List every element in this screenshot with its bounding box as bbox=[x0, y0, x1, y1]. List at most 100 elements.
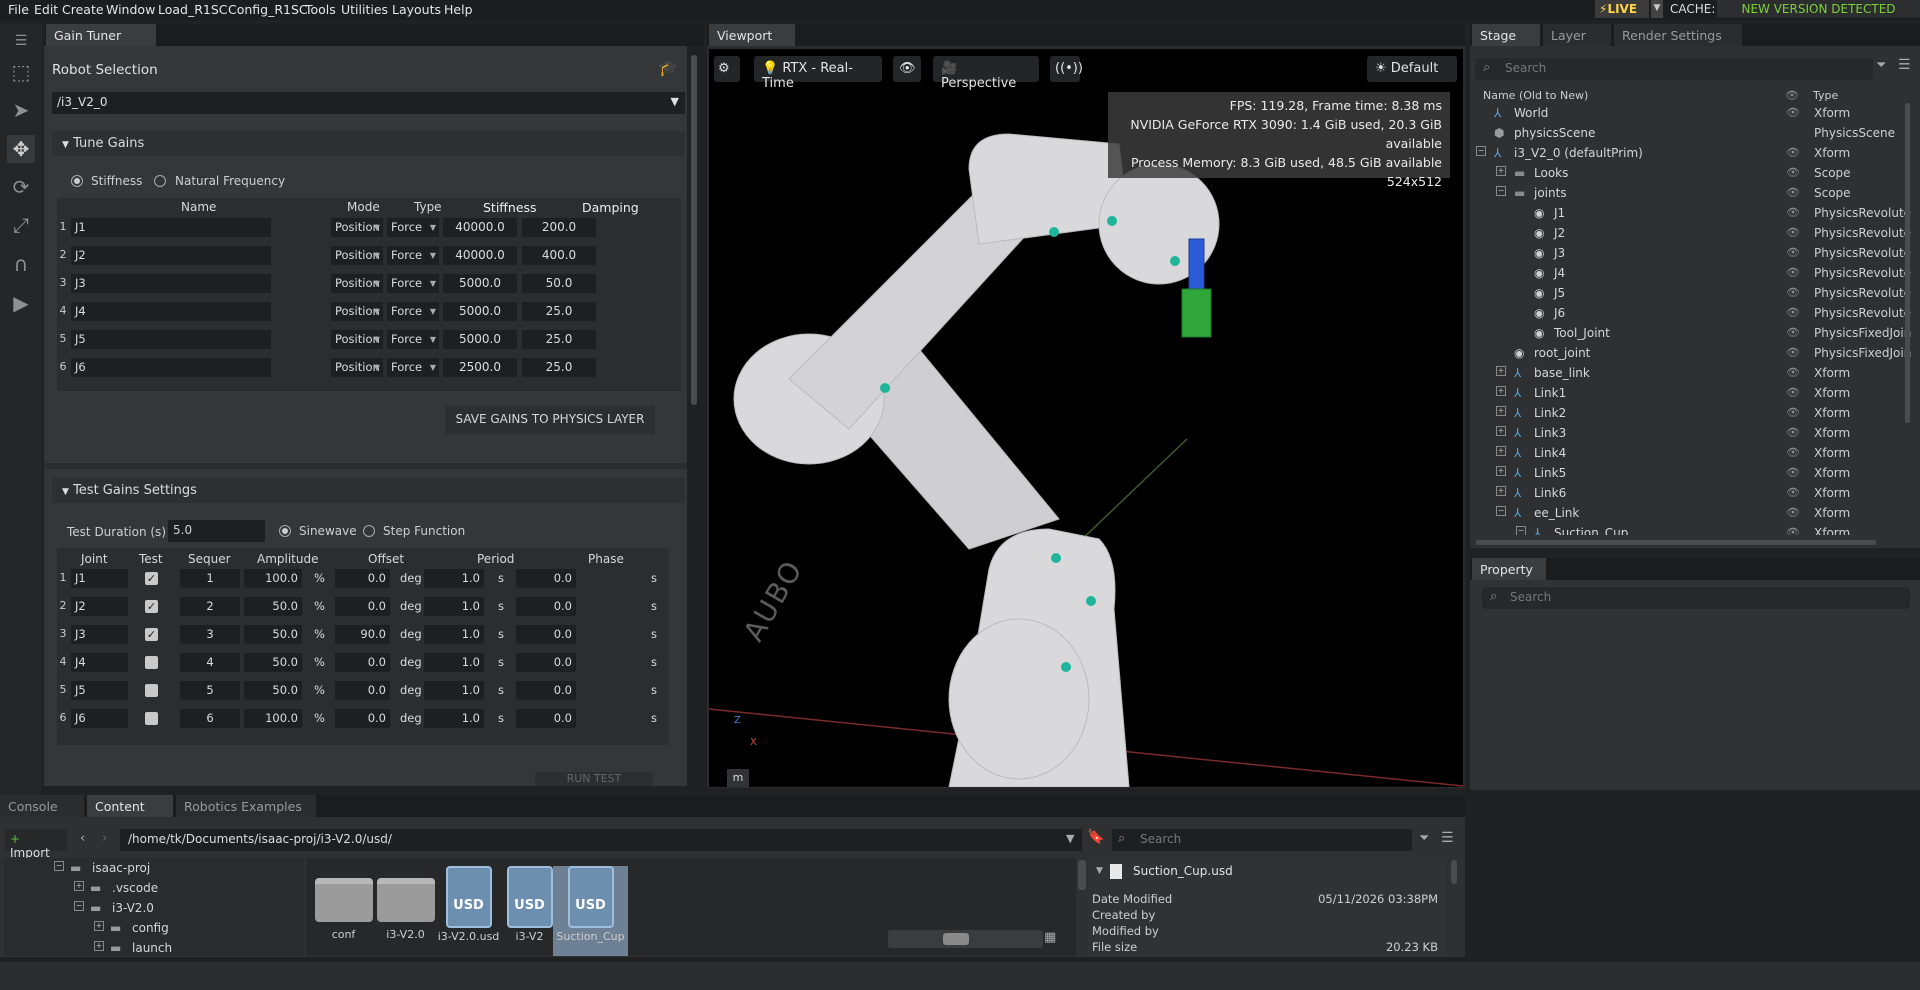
eye-icon[interactable]: 👁 bbox=[1786, 286, 1800, 299]
sequence-cell[interactable]: 6 bbox=[180, 709, 240, 728]
expand-toggle-icon[interactable]: − bbox=[74, 901, 84, 911]
collapse-triangle-icon[interactable]: ▼ bbox=[1096, 866, 1103, 876]
col-damping[interactable]: Damping bbox=[582, 200, 639, 215]
joint-cell[interactable]: J3 bbox=[71, 625, 128, 644]
tab-layer[interactable]: Layer bbox=[1543, 24, 1611, 46]
joint-name-cell[interactable]: J1 bbox=[71, 218, 271, 237]
expand-toggle-icon[interactable]: − bbox=[1476, 146, 1486, 156]
units-badge[interactable]: m bbox=[727, 769, 749, 787]
stage-tree-item[interactable]: + ⅄ Link6 👁 Xform bbox=[1476, 483, 1911, 503]
stage-search-input[interactable]: Search bbox=[1475, 58, 1873, 80]
stiffness-radio[interactable] bbox=[71, 175, 83, 187]
test-checkbox[interactable]: ✓ bbox=[145, 628, 158, 641]
menu-config-r1sc[interactable]: Config_R1SC bbox=[228, 2, 308, 17]
test-checkbox[interactable]: ✓ bbox=[145, 572, 158, 585]
select-arrow-icon[interactable]: ➤ bbox=[7, 96, 35, 124]
joint-cell[interactable]: J5 bbox=[71, 681, 128, 700]
stiffness-input[interactable]: 2500.0 bbox=[443, 358, 517, 377]
file-tile[interactable]: USD Suction_Cup bbox=[553, 866, 628, 956]
table-row[interactable]: 2 J2 ✓ 2 50.0% 0.0 deg 1.0 s 0.0 s bbox=[57, 595, 669, 618]
stage-tree-item[interactable]: ◉ J4 👁 PhysicsRevolute bbox=[1476, 263, 1911, 283]
sinewave-radio[interactable] bbox=[279, 525, 291, 537]
offset-input[interactable]: 0.0 bbox=[335, 569, 390, 588]
stage-tree-item[interactable]: ◉ root_joint 👁 PhysicsFixedJoin bbox=[1476, 343, 1911, 363]
amplitude-input[interactable]: 100.0 bbox=[244, 709, 302, 728]
render-mode-button[interactable]: 💡 RTX - Real-Time bbox=[754, 56, 882, 91]
content-tree-item[interactable]: − ▬ isaac-proj bbox=[4, 858, 304, 878]
joint-cell[interactable]: J2 bbox=[71, 597, 128, 616]
damping-input[interactable]: 200.0 bbox=[522, 218, 596, 237]
tune-gains-header[interactable]: ▼ Tune Gains bbox=[52, 131, 685, 156]
stage-col-type[interactable]: Type bbox=[1813, 89, 1838, 102]
expand-toggle-icon[interactable]: − bbox=[1516, 526, 1526, 535]
sequence-cell[interactable]: 1 bbox=[180, 569, 240, 588]
mode-dropdown[interactable]: Position ▼ bbox=[331, 358, 383, 377]
graduation-cap-icon[interactable]: 🎓 bbox=[658, 58, 678, 77]
eye-icon[interactable]: 👁 bbox=[1786, 206, 1800, 219]
expand-toggle-icon[interactable]: + bbox=[1496, 386, 1506, 396]
stage-tree-item[interactable]: − ⅄ ee_Link 👁 Xform bbox=[1476, 503, 1911, 523]
property-search-input[interactable]: Search bbox=[1482, 587, 1910, 609]
move-icon[interactable]: ✥ bbox=[7, 135, 35, 163]
tab-robotics-examples[interactable]: Robotics Examples bbox=[176, 795, 316, 817]
expand-toggle-icon[interactable]: + bbox=[74, 881, 84, 891]
filter-icon[interactable]: ⏷ bbox=[1876, 58, 1886, 73]
expand-toggle-icon[interactable]: − bbox=[1496, 186, 1506, 196]
type-dropdown[interactable]: Force ▼ bbox=[387, 218, 439, 237]
stage-tree-item[interactable]: ◉ J5 👁 PhysicsRevolute bbox=[1476, 283, 1911, 303]
tab-render-settings[interactable]: Render Settings bbox=[1614, 24, 1742, 46]
offset-input[interactable]: 90.0 bbox=[335, 625, 390, 644]
mode-dropdown[interactable]: Position ▼ bbox=[331, 274, 383, 293]
stage-tree-item[interactable]: + ⅄ base_link 👁 Xform bbox=[1476, 363, 1911, 383]
stage-tree-item[interactable]: ◉ J2 👁 PhysicsRevolute bbox=[1476, 223, 1911, 243]
stage-tree-item[interactable]: ◉ J1 👁 PhysicsRevolute bbox=[1476, 203, 1911, 223]
eye-icon[interactable]: 👁 bbox=[1786, 426, 1800, 439]
camera-button[interactable]: 🎥 Perspective bbox=[933, 56, 1039, 91]
mode-dropdown[interactable]: Position ▼ bbox=[331, 330, 383, 349]
menu-lines-icon[interactable]: ☰ bbox=[7, 27, 35, 55]
stage-scrollbar[interactable] bbox=[1905, 103, 1910, 423]
eye-icon[interactable]: 👁 bbox=[1786, 346, 1800, 359]
tab-gain-tuner[interactable]: Gain Tuner bbox=[46, 24, 156, 46]
eye-icon[interactable]: 👁 bbox=[1786, 406, 1800, 419]
mode-dropdown[interactable]: Position ▼ bbox=[331, 302, 383, 321]
path-input[interactable]: /home/tk/Documents/isaac-proj/i3-V2.0/us… bbox=[120, 829, 1082, 851]
eye-icon[interactable]: 👁 bbox=[893, 56, 921, 82]
stiffness-input[interactable]: 40000.0 bbox=[443, 218, 517, 237]
col-sequence[interactable]: Sequer bbox=[188, 552, 231, 566]
joint-name-cell[interactable]: J4 bbox=[71, 302, 271, 321]
joint-name-cell[interactable]: J5 bbox=[71, 330, 271, 349]
tab-console[interactable]: Console bbox=[0, 795, 84, 817]
select-box-icon[interactable]: ⬚ bbox=[7, 58, 35, 86]
damping-input[interactable]: 25.0 bbox=[522, 330, 596, 349]
joint-name-cell[interactable]: J3 bbox=[71, 274, 271, 293]
damping-input[interactable]: 25.0 bbox=[522, 358, 596, 377]
scale-icon[interactable]: ⤢ bbox=[7, 211, 35, 239]
tab-viewport[interactable]: Viewport bbox=[709, 24, 795, 46]
stage-tree-item[interactable]: + ⅄ Link4 👁 Xform bbox=[1476, 443, 1911, 463]
damping-input[interactable]: 50.0 bbox=[522, 274, 596, 293]
eye-icon[interactable]: 👁 bbox=[1786, 326, 1800, 339]
import-button[interactable]: + Import bbox=[5, 829, 67, 860]
table-row[interactable]: 4 J4 Position ▼ Force ▼ 5000.0 25.0 bbox=[57, 300, 681, 323]
eye-icon[interactable]: 👁 bbox=[1786, 166, 1800, 179]
expand-toggle-icon[interactable]: + bbox=[1496, 446, 1506, 456]
menu-window[interactable]: Window bbox=[106, 2, 155, 17]
viewport-settings-icon[interactable]: ⚙ bbox=[714, 56, 740, 82]
phase-input[interactable]: 0.0 bbox=[516, 681, 576, 700]
expand-toggle-icon[interactable]: + bbox=[94, 941, 104, 951]
joint-cell[interactable]: J6 bbox=[71, 709, 128, 728]
joint-cell[interactable]: J1 bbox=[71, 569, 128, 588]
joint-cell[interactable]: J4 bbox=[71, 653, 128, 672]
table-row[interactable]: 3 J3 Position ▼ Force ▼ 5000.0 50.0 bbox=[57, 272, 681, 295]
forward-arrow-icon[interactable]: › bbox=[102, 831, 107, 846]
col-amplitude[interactable]: Amplitude bbox=[257, 552, 319, 566]
stage-tree-item[interactable]: + ⅄ Link2 👁 Xform bbox=[1476, 403, 1911, 423]
expand-toggle-icon[interactable]: + bbox=[1496, 466, 1506, 476]
damping-input[interactable]: 25.0 bbox=[522, 302, 596, 321]
test-gains-header[interactable]: ▼ Test Gains Settings bbox=[52, 478, 685, 503]
stage-col-name[interactable]: Name (Old to New) bbox=[1483, 89, 1588, 102]
live-dropdown-icon[interactable]: ▼ bbox=[1651, 0, 1663, 18]
eye-icon[interactable]: 👁 bbox=[1786, 106, 1800, 119]
expand-toggle-icon[interactable]: − bbox=[1496, 506, 1506, 516]
